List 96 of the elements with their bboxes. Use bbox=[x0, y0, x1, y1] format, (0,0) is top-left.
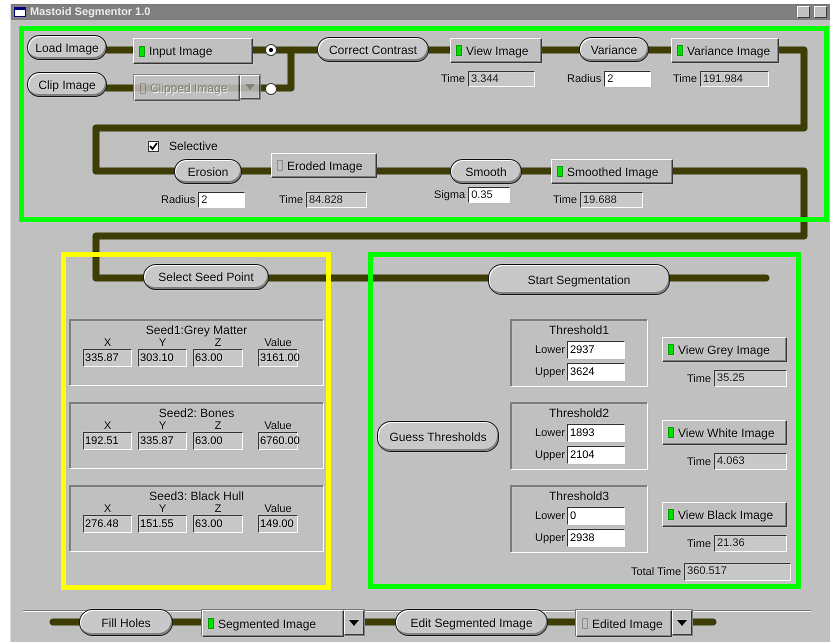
field-label: Sigma bbox=[434, 189, 466, 201]
readout-field[interactable]: 19.688 bbox=[580, 192, 643, 208]
seed-title: Seed1:Grey Matter bbox=[146, 323, 248, 337]
column-label: Z bbox=[214, 337, 222, 349]
column-label: Y bbox=[158, 503, 168, 515]
image-button[interactable]: Variance Image bbox=[671, 38, 779, 63]
image-button[interactable]: Smoothed Image bbox=[551, 159, 673, 184]
readout-field[interactable]: 3.344 bbox=[468, 71, 535, 87]
upper-field[interactable]: 3624 bbox=[567, 363, 625, 381]
coordinate-field[interactable]: 149.00 bbox=[258, 515, 298, 533]
lower-field[interactable]: 0 bbox=[567, 507, 625, 525]
field-label: Time bbox=[687, 456, 712, 468]
field-label: Time bbox=[687, 538, 712, 550]
column-label: X bbox=[102, 503, 112, 515]
step-button[interactable]: Clip Image bbox=[27, 72, 107, 97]
field-label: Upper bbox=[535, 366, 565, 378]
coordinate-field[interactable]: 63.00 bbox=[193, 432, 243, 450]
field-label: Time bbox=[279, 194, 304, 206]
column-label: Y bbox=[158, 337, 168, 349]
step-button[interactable]: Load Image bbox=[27, 35, 107, 60]
field-label: Time bbox=[441, 73, 466, 85]
column-label: Z bbox=[214, 503, 222, 515]
coordinate-field[interactable]: 335.87 bbox=[83, 349, 132, 367]
radio-button[interactable] bbox=[265, 44, 277, 56]
column-label: Y bbox=[158, 420, 168, 432]
readout-field[interactable]: 4.063 bbox=[714, 453, 787, 470]
field-label: Upper bbox=[535, 532, 565, 544]
lower-field[interactable]: 1893 bbox=[567, 424, 625, 442]
readout-field[interactable]: 35.25 bbox=[714, 370, 787, 387]
field-label: Time bbox=[553, 194, 578, 206]
field-label: Radius bbox=[567, 73, 602, 85]
coordinate-field[interactable]: 192.51 bbox=[83, 432, 132, 450]
field-label: Upper bbox=[535, 449, 565, 461]
step-button[interactable]: Edit Segmented Image bbox=[395, 609, 548, 636]
seed-title: Seed2: Bones bbox=[158, 406, 234, 420]
readout-field[interactable]: 84.828 bbox=[306, 192, 367, 208]
step-button[interactable]: Select Seed Point bbox=[143, 264, 269, 290]
column-label: Value bbox=[263, 337, 293, 349]
column-label: Z bbox=[214, 420, 222, 432]
coordinate-field[interactable]: 151.55 bbox=[138, 515, 187, 533]
caret-icon bbox=[349, 620, 359, 626]
coordinate-field[interactable]: 303.10 bbox=[138, 349, 187, 367]
field-label: Lower bbox=[535, 510, 565, 522]
column-label: X bbox=[102, 337, 112, 349]
column-label: Value bbox=[263, 503, 293, 515]
coordinate-field[interactable]: 3161.00 bbox=[258, 349, 298, 367]
field-label: Total Time bbox=[631, 566, 682, 578]
lower-field[interactable]: 2937 bbox=[567, 341, 625, 359]
minimize-button[interactable] bbox=[797, 6, 810, 18]
step-button[interactable]: Guess Thresholds bbox=[377, 421, 499, 452]
upper-field[interactable]: 2104 bbox=[567, 446, 625, 464]
upper-field[interactable]: 2938 bbox=[567, 529, 625, 547]
caret-icon bbox=[677, 620, 687, 626]
radio-button[interactable] bbox=[265, 83, 277, 95]
image-button[interactable]: View Grey Image bbox=[662, 337, 787, 362]
step-button[interactable]: Variance bbox=[579, 37, 649, 62]
checkbox[interactable] bbox=[148, 140, 159, 152]
coordinate-field[interactable]: 335.87 bbox=[138, 432, 187, 450]
coordinate-field[interactable]: 6760.00 bbox=[258, 432, 298, 450]
maximize-button[interactable] bbox=[814, 6, 827, 18]
threshold-title: Threshold1 bbox=[548, 323, 610, 337]
param-field[interactable]: 0.35 bbox=[468, 187, 510, 203]
field-label: Time bbox=[687, 372, 712, 384]
column-label: Value bbox=[263, 420, 293, 432]
field-label: Time bbox=[673, 73, 698, 85]
checkbox-label: Selective bbox=[169, 139, 218, 153]
coordinate-field[interactable]: 63.00 bbox=[193, 515, 243, 533]
field-label: Lower bbox=[535, 344, 565, 356]
coordinate-field[interactable]: 276.48 bbox=[83, 515, 132, 533]
step-button[interactable]: Start Segmentation bbox=[488, 264, 670, 295]
coordinate-field[interactable]: 63.00 bbox=[193, 349, 243, 367]
column-label: X bbox=[102, 420, 112, 432]
step-button[interactable]: Smooth bbox=[450, 159, 522, 184]
image-dropdown[interactable]: Edited Image bbox=[575, 609, 693, 636]
image-button[interactable]: View Black Image bbox=[662, 502, 787, 527]
field-label: Lower bbox=[535, 427, 565, 439]
image-button[interactable]: View Image bbox=[450, 38, 542, 63]
readout-field[interactable]: 191.984 bbox=[700, 71, 769, 87]
threshold-title: Threshold2 bbox=[548, 406, 610, 420]
threshold-title: Threshold3 bbox=[548, 489, 610, 503]
param-field[interactable]: 2 bbox=[198, 192, 245, 208]
window-title: Mastoid Segmentor 1.0 bbox=[30, 6, 150, 18]
image-dropdown[interactable]: Segmented Image bbox=[201, 609, 365, 636]
step-button[interactable]: Correct Contrast bbox=[317, 37, 429, 62]
image-button[interactable]: View White Image bbox=[662, 420, 787, 445]
image-button[interactable]: Eroded Image bbox=[271, 153, 377, 178]
image-button[interactable]: Input Image bbox=[133, 38, 253, 64]
caret-icon bbox=[245, 84, 255, 90]
seed-title: Seed3: Black Hull bbox=[149, 489, 244, 503]
param-field[interactable]: 2 bbox=[604, 71, 651, 87]
readout-field[interactable]: 21.36 bbox=[714, 535, 787, 552]
step-button[interactable]: Erosion bbox=[174, 159, 242, 184]
step-button[interactable]: Fill Holes bbox=[79, 609, 173, 636]
window-icon bbox=[14, 7, 26, 17]
field-label: Radius bbox=[161, 194, 196, 206]
readout-field[interactable]: 360.517 bbox=[684, 563, 791, 581]
